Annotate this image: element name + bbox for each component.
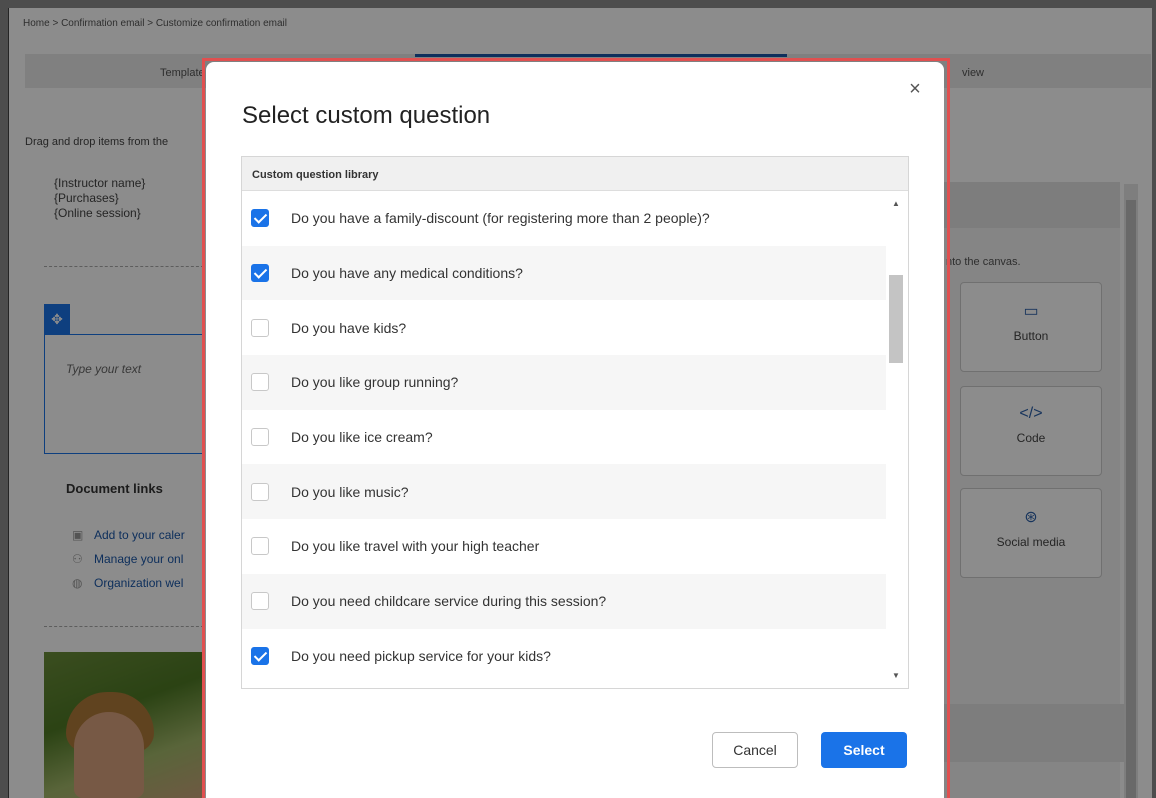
question-row[interactable]: Do you have a family-discount (for regis… [242, 191, 886, 246]
question-row[interactable]: Do you have kids? [242, 300, 886, 355]
question-row[interactable]: Do you like ice cream? [242, 410, 886, 465]
question-label: Do you have any medical conditions? [291, 265, 523, 282]
question-label: Do you need childcare service during thi… [291, 593, 607, 610]
scroll-down-icon[interactable]: ▼ [892, 671, 900, 680]
scroll-up-icon[interactable]: ▲ [892, 199, 900, 208]
library-scrollbar-thumb[interactable] [889, 275, 903, 363]
question-row[interactable]: Do you like music? [242, 464, 886, 520]
question-checkbox[interactable] [251, 209, 269, 228]
close-icon[interactable]: × [904, 78, 926, 100]
question-checkbox[interactable] [251, 264, 269, 283]
question-label: Do you have a family-discount (for regis… [291, 210, 710, 227]
question-label: Do you like group running? [291, 374, 459, 391]
question-label: Do you like music? [291, 483, 409, 500]
question-row[interactable]: Do you have any medical conditions? [242, 245, 886, 301]
question-row[interactable]: Do you need pickup service for your kids… [242, 629, 886, 684]
question-label: Do you need pickup service for your kids… [291, 647, 551, 664]
question-checkbox[interactable] [251, 592, 269, 611]
question-checkbox[interactable] [251, 318, 269, 337]
question-checkbox[interactable] [251, 537, 269, 556]
question-label: Do you like travel with your high teache… [291, 538, 540, 555]
question-label: Do you have kids? [291, 319, 407, 336]
question-checkbox[interactable] [251, 428, 269, 447]
question-label: Do you like ice cream? [291, 429, 433, 446]
library-scrollbar[interactable]: ▲ ▼ [886, 191, 908, 688]
cancel-button[interactable]: Cancel [712, 732, 798, 768]
question-checkbox[interactable] [251, 373, 269, 392]
question-checkbox[interactable] [251, 482, 269, 501]
question-list: Do you have a family-discount (for regis… [242, 191, 886, 683]
select-custom-question-dialog: Select custom question × Custom question… [206, 62, 944, 798]
question-checkbox[interactable] [251, 646, 269, 665]
question-row[interactable]: Do you like group running? [242, 355, 886, 410]
select-button[interactable]: Select [821, 732, 907, 768]
custom-question-library: Custom question library Do you have a fa… [241, 156, 909, 689]
dialog-title: Select custom question [242, 102, 491, 129]
library-header: Custom question library [242, 157, 908, 191]
question-row[interactable]: Do you need childcare service during thi… [242, 573, 886, 629]
question-row[interactable]: Do you like travel with your high teache… [242, 519, 886, 574]
